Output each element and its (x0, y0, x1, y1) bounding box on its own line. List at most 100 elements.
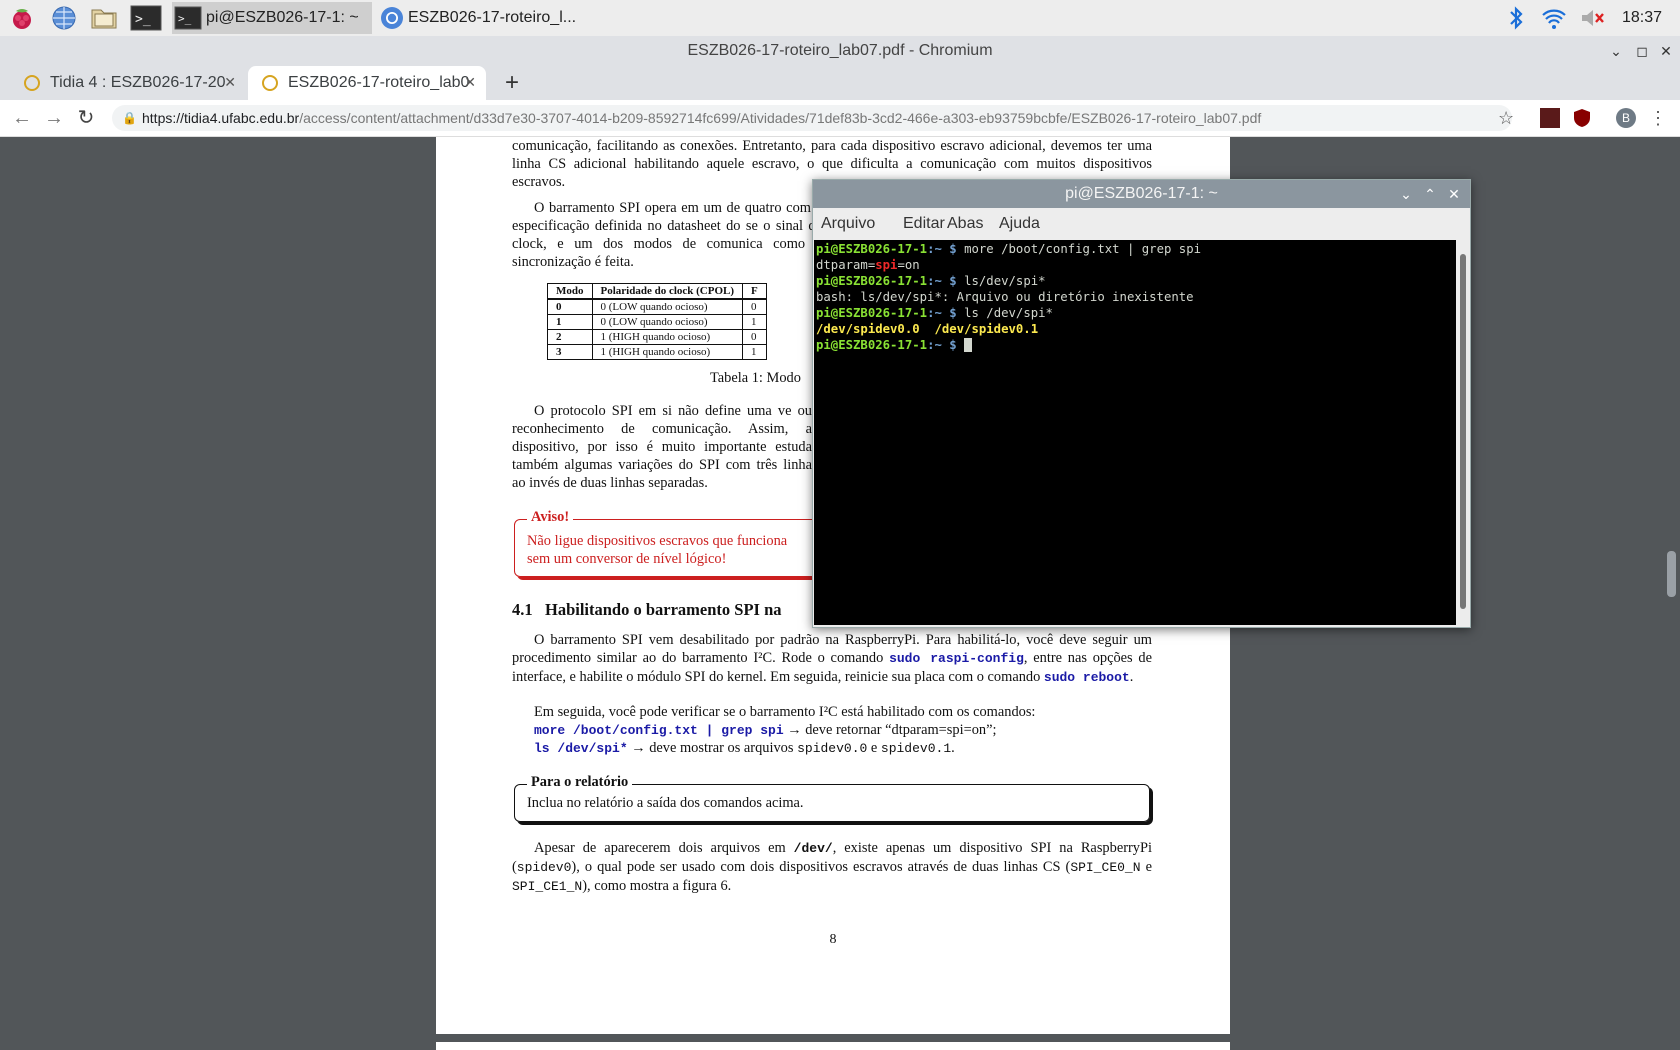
terminal-output-highlight: spi (875, 258, 898, 272)
tab-strip: Tidia 4 : ESZB026-17-20 ✕ ESZB026-17-rot… (0, 66, 1680, 100)
tab-pdf[interactable]: ESZB026-17-roteiro_lab0 ✕ (248, 66, 486, 100)
terminal-line: pi@ESZB026-17-1:~ $ ls /dev/spi* (816, 305, 1456, 321)
file-manager-icon[interactable] (90, 4, 118, 32)
text-run: → deve mostrar os arquivos (627, 740, 798, 756)
prompt-user: pi@ESZB026-17-1 (816, 242, 928, 256)
bookmark-star-icon[interactable]: ☆ (1498, 108, 1518, 128)
terminal-line: /dev/spidev0.0 /dev/spidev0.1 (816, 322, 1039, 336)
text-run: ), o qual pode ser usado com dois dispos… (571, 859, 1071, 875)
maximize-button[interactable]: ◻ (1630, 36, 1654, 66)
close-window-button[interactable]: ✕ (1654, 36, 1678, 66)
taskbar-task-chromium[interactable]: ESZB026-17-roteiro_l... (378, 2, 576, 34)
inline-code: SPI_CE0_N (1070, 860, 1141, 875)
terminal-maximize-icon[interactable]: ⌃ (1420, 180, 1440, 208)
bluetooth-icon[interactable] (1502, 4, 1530, 32)
browser-toolbar: ← → ↻ 🔒 https://tidia4.ufabc.edu.br/acce… (0, 100, 1680, 137)
report-box: Para o relatório Inclua no relatório a s… (514, 774, 1150, 822)
extension-icon[interactable] (1540, 108, 1560, 128)
tab-tidia[interactable]: Tidia 4 : ESZB026-17-20 ✕ (10, 66, 246, 100)
menu-abas[interactable]: Abas (947, 215, 983, 233)
table-cell: 1 (HIGH quando ocioso) (591, 344, 744, 360)
warning-line: sem um conversor de nível lógico! (527, 551, 727, 567)
address-bar[interactable]: 🔒 https://tidia4.ufabc.edu.br/access/con… (112, 105, 1512, 131)
pdf-paragraph: O protocolo SPI em si não define uma ve … (512, 403, 812, 491)
report-text: Inclua no relatório a saída dos comandos… (527, 795, 804, 811)
taskbar-task-label: ESZB026-17-roteiro_l... (408, 9, 576, 26)
url-host: https://tidia4.ufabc.edu.br (142, 110, 300, 126)
terminal-line: dtparam=spi=on (816, 257, 1456, 273)
new-tab-button[interactable]: + (498, 68, 526, 98)
menu-kebab-icon[interactable]: ⋮ (1648, 108, 1668, 128)
inline-command: sudo reboot (1043, 670, 1130, 685)
menu-editar[interactable]: Editar (903, 215, 945, 233)
warning-title: Aviso! (527, 509, 574, 526)
ublock-icon[interactable] (1572, 108, 1592, 128)
terminal-icon: >_ (174, 6, 202, 30)
inline-command: ls /dev/spi* (534, 741, 628, 756)
terminal-line: pi@ESZB026-17-1:~ $ (816, 337, 1456, 353)
terminal-window: pi@ESZB026-17-1: ~ ⌄ ⌃ ✕ Arquivo Editar … (812, 179, 1471, 628)
chromium-icon (381, 7, 403, 29)
raspberry-menu-icon[interactable] (8, 4, 36, 32)
terminal-launcher-icon[interactable]: >_ (130, 4, 162, 32)
terminal-screen[interactable]: pi@ESZB026-17-1:~ $ more /boot/config.tx… (814, 240, 1456, 625)
page-number: 8 (829, 932, 837, 947)
text-run: . (951, 740, 955, 756)
menu-arquivo[interactable]: Arquivo (821, 215, 875, 233)
terminal-output: dtparam= (816, 258, 876, 272)
table-cell: 0 (742, 329, 767, 345)
table-cell: 0 (742, 298, 767, 315)
volume-muted-icon[interactable] (1578, 4, 1606, 32)
table-row: 00 (LOW quando ocioso) 0 (547, 298, 767, 315)
table-cell: 1 (742, 344, 767, 360)
forward-icon[interactable]: → (42, 106, 66, 130)
taskbar-task-terminal[interactable]: >_ pi@ESZB026-17-1: ~ (172, 2, 372, 34)
pdf-scrollbar[interactable] (1666, 137, 1676, 1050)
text-run: → deve retornar “dtparam=spi=on”; (783, 722, 997, 738)
svg-text:>_: >_ (178, 12, 192, 25)
report-title: Para o relatório (527, 774, 633, 791)
filename: spidev0.0 (797, 741, 868, 756)
tidia-favicon-icon (24, 75, 40, 91)
command-line: ls /dev/spi* → deve mostrar os arquivos … (534, 739, 1154, 758)
warning-text: Não ligue dispositivos escravos que func… (527, 532, 787, 568)
terminal-title-bar[interactable]: pi@ESZB026-17-1: ~ (813, 180, 1470, 208)
back-icon[interactable]: ← (10, 106, 34, 130)
prompt-user: pi@ESZB026-17-1 (816, 338, 928, 352)
minimize-button[interactable]: ⌄ (1604, 36, 1628, 66)
terminal-close-icon[interactable]: ✕ (1444, 180, 1464, 208)
table-cell: 1 (547, 314, 593, 330)
table-cell: 0 (LOW quando ocioso) (591, 298, 744, 315)
browser-title-bar: ESZB026-17-roteiro_lab07.pdf - Chromium (0, 36, 1680, 66)
terminal-menubar: Arquivo Editar Abas Ajuda (813, 208, 1470, 238)
wifi-icon[interactable] (1540, 4, 1568, 32)
table-cell: 0 (547, 298, 593, 315)
close-tab-icon[interactable]: ✕ (224, 74, 236, 91)
scrollbar-thumb[interactable] (1667, 551, 1676, 597)
text-run: Apesar de aparecerem dois arquivos em (534, 840, 794, 856)
section-title: Habilitando o barramento SPI na (545, 600, 782, 619)
clock: 18:37 (1621, 9, 1662, 26)
inline-command: sudo raspi-config (889, 651, 1024, 666)
url-path: /access/content/attachment/d33d7e30-3707… (299, 110, 1262, 126)
terminal-line: pi@ESZB026-17-1:~ $ more /boot/config.tx… (816, 241, 1456, 257)
table-row: 10 (LOW quando ocioso) 1 (547, 314, 767, 330)
web-browser-icon[interactable] (50, 4, 78, 32)
menu-ajuda[interactable]: Ajuda (999, 215, 1040, 233)
prompt-path: :~ $ (927, 338, 957, 352)
inline-command: more /boot/config.txt | grep spi (534, 723, 784, 738)
table-header: Polaridade do clock (CPOL) (591, 283, 744, 300)
close-tab-icon[interactable]: ✕ (464, 74, 476, 91)
taskbar: >_ >_ pi@ESZB026-17-1: ~ ESZB026-17-rote… (0, 0, 1680, 37)
terminal-scrollbar[interactable] (1457, 240, 1469, 625)
pdf-paragraph: O barramento SPI opera em um de quatro c… (512, 200, 822, 270)
terminal-minimize-icon[interactable]: ⌄ (1396, 180, 1416, 208)
table-cell: 2 (547, 329, 593, 345)
table-cell: 1 (HIGH quando ocioso) (591, 329, 744, 345)
scrollbar-thumb[interactable] (1460, 254, 1466, 609)
terminal-line: bash: ls/dev/spi*: Arquivo ou diretório … (816, 290, 1194, 304)
text-run: e (1140, 859, 1152, 875)
profile-avatar[interactable]: B (1616, 108, 1636, 128)
reload-icon[interactable]: ↻ (74, 106, 98, 130)
table-row: 31 (HIGH quando ocioso) 1 (547, 344, 767, 360)
